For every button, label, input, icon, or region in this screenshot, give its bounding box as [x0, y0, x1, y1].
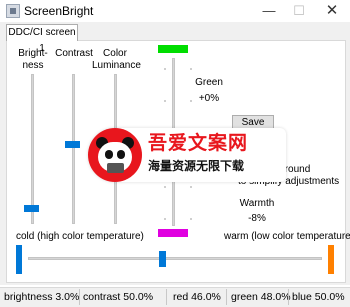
green-value: +0% [198, 93, 220, 104]
brightness-slider-thumb[interactable] [24, 205, 39, 212]
close-button[interactable]: ✕ [317, 0, 347, 22]
status-separator [226, 289, 227, 305]
cold-label: cold (high color temperature) [16, 231, 144, 242]
watermark-banner: 吾爱文案网 海量资源无限下载 [88, 128, 286, 182]
contrast-slider-track[interactable] [72, 74, 75, 224]
green-label: Green [195, 77, 223, 88]
contrast-slider-thumb[interactable] [65, 141, 80, 148]
warmth-label: Warmth [239, 198, 275, 209]
color-luminance-label-line2: Luminance [92, 60, 141, 71]
watermark-title: 吾爱文案网 [148, 133, 249, 154]
warm-indicator[interactable] [328, 245, 334, 274]
warmth-slider-track[interactable] [28, 257, 322, 260]
status-contrast: contrast 50.0% [83, 291, 154, 303]
slider-tick [164, 100, 166, 102]
warmth-value: -8% [248, 213, 266, 224]
slider-tick [164, 218, 166, 220]
slider-tick [164, 186, 166, 188]
cold-indicator[interactable] [16, 245, 22, 274]
maximize-button[interactable]: ☐ [284, 0, 314, 22]
status-separator [166, 289, 167, 305]
brightness-label-line2: ness [22, 60, 44, 71]
color-luminance-label: Color Luminance [92, 48, 141, 72]
slider-tick [164, 68, 166, 70]
tab-ddc-ci-screen-1[interactable]: DDC/CI screen 1 [6, 24, 78, 54]
slider-tick [190, 68, 192, 70]
green-indicator[interactable] [158, 45, 188, 53]
warm-label: warm (low color temperature) [224, 231, 350, 242]
status-brightness: brightness 3.0% [4, 291, 80, 303]
warmth-slider-thumb[interactable] [159, 251, 166, 267]
window-title: ScreenBright [24, 4, 94, 18]
laptop-icon [107, 163, 124, 173]
brightness-slider-track[interactable] [31, 74, 34, 224]
slider-tick [190, 186, 192, 188]
panda-eye-right [117, 150, 125, 159]
status-blue: blue 50.0% [292, 291, 345, 303]
app-icon [6, 4, 20, 18]
status-green: green 48.0% [231, 291, 291, 303]
status-red: red 46.0% [173, 291, 221, 303]
color-luminance-slider-thumb[interactable] [158, 229, 188, 237]
watermark-logo [88, 128, 142, 182]
minimize-button[interactable]: — [254, 0, 284, 22]
status-separator [288, 289, 289, 305]
color-luminance-label-line1: Color [103, 48, 127, 59]
panda-eye-left [105, 150, 113, 159]
contrast-label: Contrast [55, 48, 93, 59]
status-separator [79, 289, 80, 305]
watermark-subtitle: 海量资源无限下载 [148, 159, 245, 173]
slider-tick [190, 218, 192, 220]
